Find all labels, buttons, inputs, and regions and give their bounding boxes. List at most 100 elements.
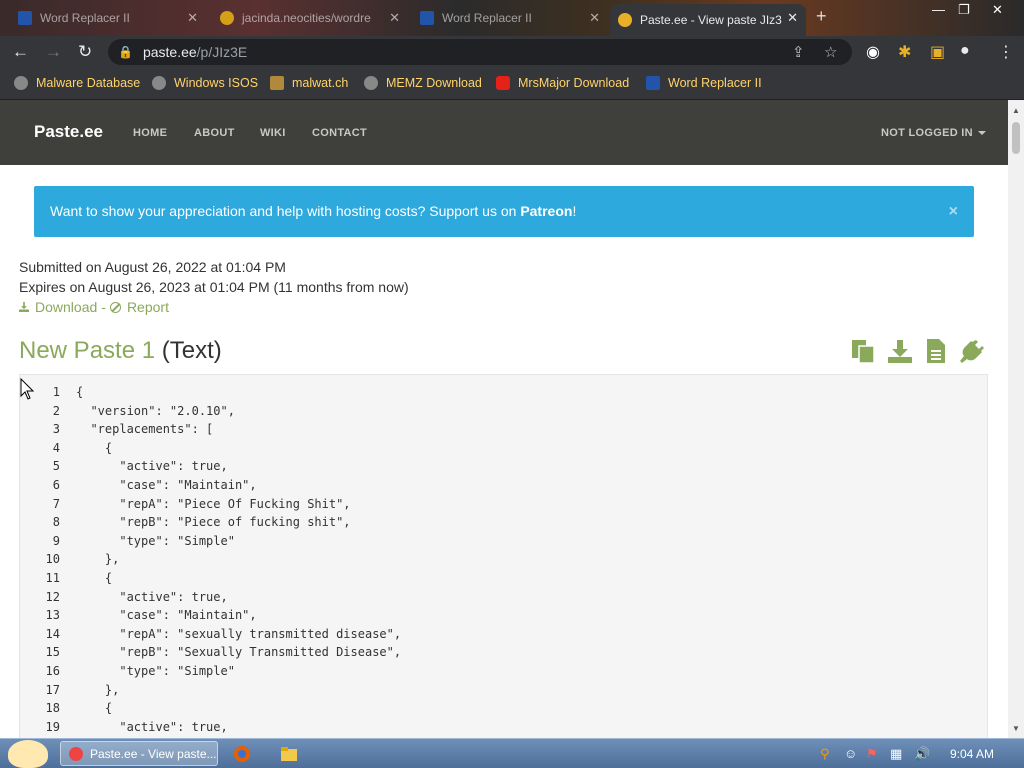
line-text: "repB": "Sexually Transmitted Disease", <box>76 645 402 660</box>
bookmark-mrsmajor-download[interactable]: MrsMajor Download <box>496 76 629 90</box>
extension-flag-icon[interactable]: ◉ <box>866 42 880 62</box>
close-tab-icon[interactable]: ✕ <box>787 10 798 26</box>
download-link[interactable]: Download <box>35 299 97 315</box>
side-panel-icon[interactable]: ▣ <box>930 42 945 62</box>
line-text: "active": true, <box>76 459 228 474</box>
paste-title: New Paste 1 (Text) <box>19 337 222 365</box>
emoji-tray-icon[interactable]: ☺ <box>844 746 857 761</box>
download-paste-icon[interactable] <box>887 338 913 364</box>
alert-close-icon[interactable]: × <box>949 203 958 221</box>
line-text: "repA": "Piece Of Fucking Shit", <box>76 496 351 511</box>
line-text: { <box>76 440 113 455</box>
network-icon[interactable]: ▦ <box>890 746 902 762</box>
line-text: "case": "Maintain", <box>76 478 257 492</box>
paste-links: Download - Report <box>19 299 169 315</box>
tab-title: Word Replacer II <box>40 11 130 25</box>
line-text: "repB": "Piece of fucking shit", <box>76 515 351 530</box>
scroll-down-icon[interactable]: ▼ <box>1012 724 1020 733</box>
action-center-icon[interactable]: ⚑ <box>866 746 878 762</box>
chrome-icon <box>69 746 83 761</box>
browser-toolbar: ← → ↻ 🔒 paste.ee/p/JIz3E ⇪ ☆ ◉ ✱ ▣ ● ⋮ <box>0 36 1024 68</box>
bookmark-word-replacer[interactable]: Word Replacer II <box>646 76 762 90</box>
search-tray-icon[interactable]: ⚲ <box>820 746 830 762</box>
close-tab-icon[interactable]: ✕ <box>389 10 400 26</box>
line-text: }, <box>76 682 120 697</box>
url-text: paste.ee/p/JIz3E <box>142 44 248 60</box>
tab-title: Paste.ee - View paste JIz3 <box>640 13 782 27</box>
line-number: 7 <box>52 496 60 511</box>
firefox-icon[interactable] <box>233 745 251 763</box>
tab-title: jacinda.neocities/wordre <box>242 11 371 25</box>
start-button[interactable] <box>8 740 48 768</box>
bookmark-windows-isos[interactable]: Windows ISOS <box>152 76 258 90</box>
taskbar-chrome-item[interactable]: Paste.ee - View paste... <box>60 741 218 766</box>
reload-icon[interactable]: ↻ <box>78 42 92 62</box>
restore-icon[interactable]: ❐ <box>958 2 970 18</box>
tab-paste-ee[interactable]: Paste.ee - View paste JIz3 ✕ <box>610 4 806 36</box>
scroll-up-icon[interactable]: ▲ <box>1012 106 1020 115</box>
plug-icon[interactable] <box>960 338 986 364</box>
report-icon <box>109 301 121 313</box>
bookmark-malware-database[interactable]: Malware Database <box>14 76 140 90</box>
code-line: 14 "repA": "sexually transmitted disease… <box>20 627 987 646</box>
line-number: 3 <box>52 422 60 437</box>
task-label: Paste.ee - View paste... <box>90 746 217 761</box>
forward-icon[interactable]: → <box>45 42 62 62</box>
mouse-cursor-icon <box>20 378 34 400</box>
bookmark-malwatch[interactable]: malwat.ch <box>270 76 348 90</box>
address-bar[interactable]: 🔒 paste.ee/p/JIz3E ⇪ ☆ <box>108 39 852 65</box>
menu-kebab-icon[interactable]: ⋮ <box>998 42 1014 62</box>
minimize-icon[interactable]: — <box>932 2 945 17</box>
site-brand[interactable]: Paste.ee <box>34 122 103 142</box>
login-dropdown[interactable]: NOT LOGGED IN <box>881 127 986 139</box>
nav-wiki[interactable]: WIKI <box>260 127 286 139</box>
download-icon <box>19 302 29 312</box>
back-icon[interactable]: ← <box>12 42 29 62</box>
new-tab-icon[interactable]: + <box>816 6 827 27</box>
alert-suffix: ! <box>572 203 577 219</box>
tab-title: Word Replacer II <box>442 11 532 25</box>
code-line: 16 "type": "Simple" <box>20 664 987 683</box>
taskbar-clock: 9:04 AM <box>950 747 995 761</box>
line-text: "repA": "sexually transmitted disease", <box>76 626 402 641</box>
share-icon[interactable]: ⇪ <box>792 43 805 61</box>
wr-favicon-icon <box>420 11 434 25</box>
globe-icon <box>152 76 166 90</box>
tab-neocities[interactable]: jacinda.neocities/wordre ✕ <box>212 4 408 32</box>
tab-word-replacer-2[interactable]: Word Replacer II ✕ <box>412 4 608 32</box>
code-line: 10 }, <box>20 552 987 571</box>
page-scrollbar[interactable]: ▲ ▼ <box>1008 100 1024 738</box>
windows-taskbar: Paste.ee - View paste... ⚲ ☺ ⚑ ▦ 🔊 9:04 … <box>0 738 1024 768</box>
youtube-icon <box>496 76 510 90</box>
line-number: 12 <box>45 589 60 604</box>
file-explorer-icon[interactable] <box>280 745 298 763</box>
bookmark-label: MrsMajor Download <box>518 76 630 90</box>
window-close-icon[interactable]: ✕ <box>992 2 1003 18</box>
line-text: "case": "Maintain", <box>76 608 257 623</box>
tab-word-replacer[interactable]: Word Replacer II ✕ <box>10 4 206 32</box>
bookmark-memz-download[interactable]: MEMZ Download <box>364 76 482 90</box>
volume-icon[interactable]: 🔊 <box>914 746 930 762</box>
code-line: 17 }, <box>20 683 987 702</box>
close-tab-icon[interactable]: ✕ <box>589 10 600 26</box>
nav-contact[interactable]: CONTACT <box>312 127 367 139</box>
code-line: 4 { <box>20 441 987 460</box>
scrollbar-thumb[interactable] <box>1012 122 1020 154</box>
report-link[interactable]: Report <box>127 299 169 315</box>
nav-about[interactable]: ABOUT <box>194 127 235 139</box>
patreon-link[interactable]: Patreon <box>520 203 572 219</box>
bookmark-label: MEMZ Download <box>386 76 482 90</box>
globe-icon <box>14 76 28 90</box>
extensions-puzzle-icon[interactable]: ✱ <box>898 42 911 62</box>
site-favicon-icon <box>220 11 234 25</box>
profile-avatar-icon[interactable]: ● <box>960 42 970 60</box>
close-tab-icon[interactable]: ✕ <box>187 10 198 26</box>
bookmark-label: Word Replacer II <box>668 76 762 90</box>
line-text: "version": "2.0.10", <box>76 403 235 418</box>
line-number: 17 <box>45 682 60 697</box>
globe-icon <box>364 76 378 90</box>
bookmark-star-icon[interactable]: ☆ <box>824 43 837 61</box>
copy-icon[interactable] <box>850 338 876 364</box>
raw-file-icon[interactable] <box>923 338 949 364</box>
nav-home[interactable]: HOME <box>133 127 167 139</box>
